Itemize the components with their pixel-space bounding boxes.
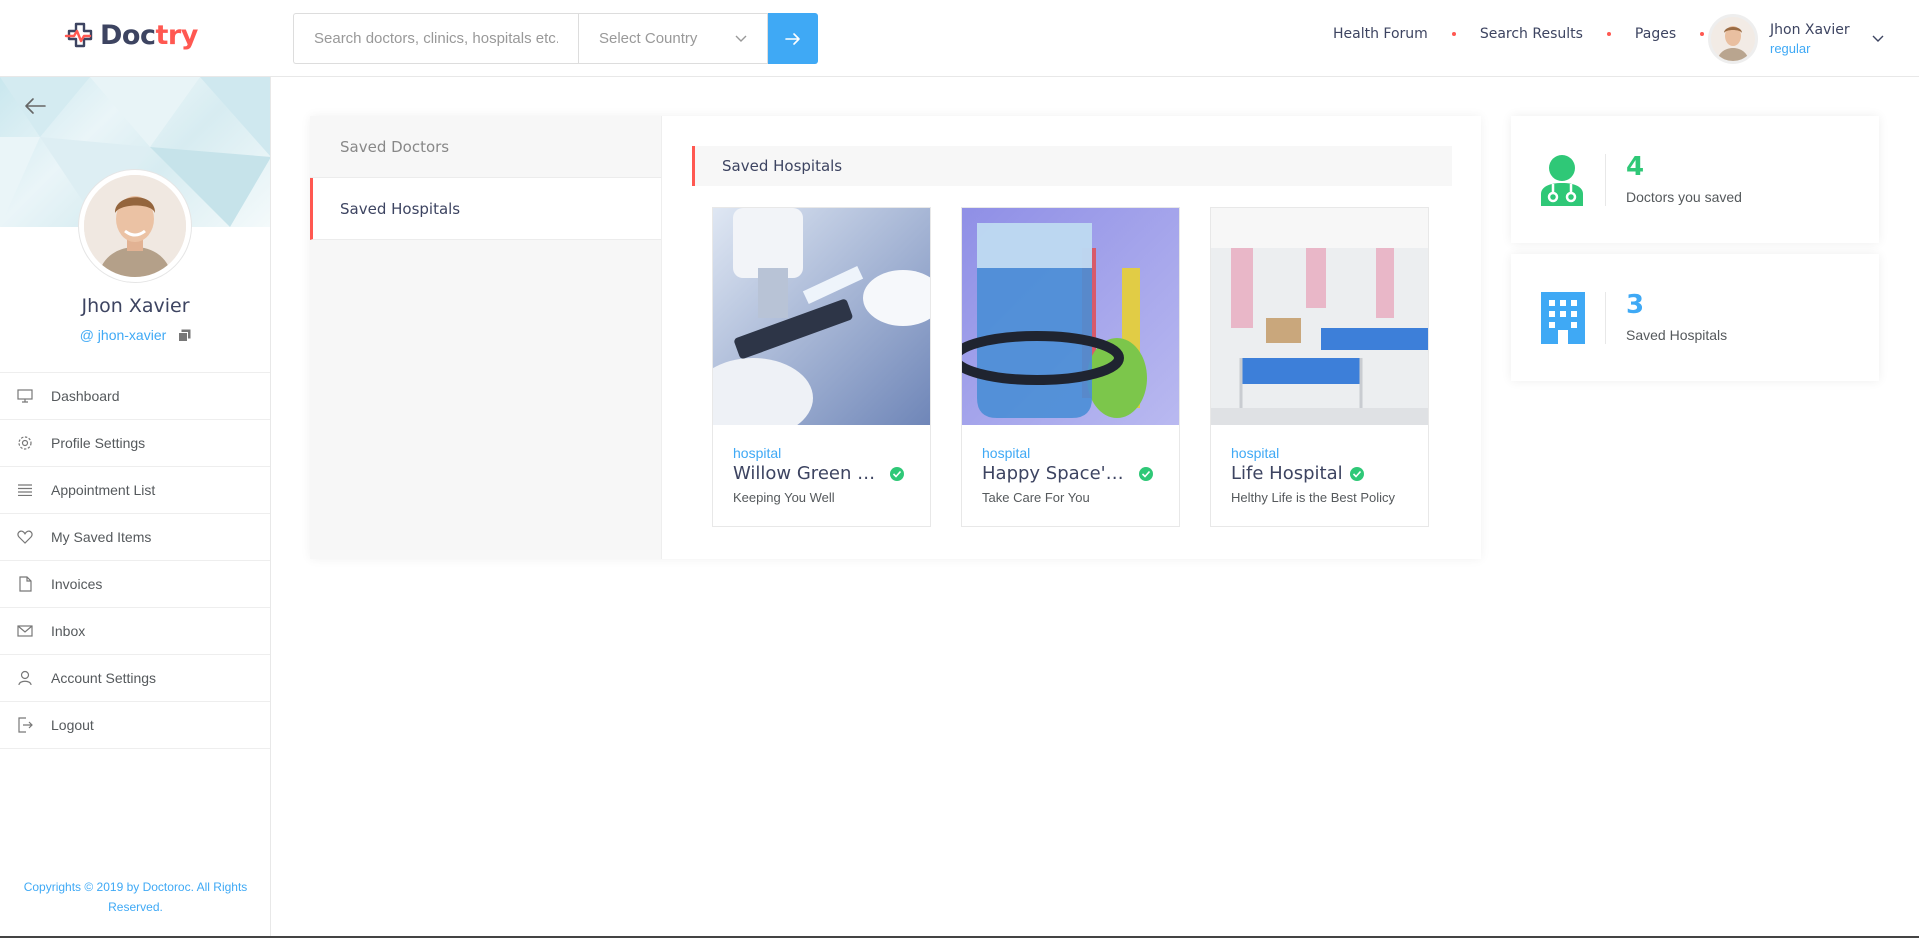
logo[interactable]: Doctry — [64, 20, 198, 51]
sidebar-item-dashboard[interactable]: Dashboard — [0, 373, 270, 420]
nav-search-results[interactable]: Search Results — [1480, 26, 1583, 42]
nav-health-forum[interactable]: Health Forum — [1333, 26, 1428, 42]
user-menu[interactable]: Jhon Xavier regular — [1708, 14, 1884, 64]
section-title: Saved Hospitals — [692, 146, 1452, 186]
saved-items-panel: Saved Doctors Saved Hospitals Saved Hosp… — [310, 116, 1481, 559]
sidebar-item-logout[interactable]: Logout — [0, 702, 270, 749]
sidebar-item-label: Profile Settings — [51, 435, 146, 451]
sidebar-item-label: Logout — [51, 717, 94, 733]
sidebar-item-label: Dashboard — [51, 388, 120, 404]
stat-value: 3 — [1626, 290, 1645, 320]
country-select[interactable]: Select Country — [578, 13, 768, 64]
hospital-tag: hospital — [1231, 445, 1280, 461]
profile-handle-row: @ jhon-xavier — [0, 327, 271, 343]
gear-icon — [16, 434, 34, 452]
saved-hospitals-content: Saved Hospitals hospital Willow Green H.… — [662, 116, 1481, 559]
hospital-tagline: Keeping You Well — [733, 490, 835, 505]
hospital-name: Happy Space's ... — [982, 463, 1132, 484]
search-bar: Select Country — [293, 13, 818, 64]
logo-text-try: try — [155, 20, 198, 51]
stat-card-hospitals: 3 Saved Hospitals — [1511, 254, 1879, 381]
hospital-name: Life Hospital — [1231, 463, 1343, 484]
logo-icon — [64, 21, 98, 51]
heart-icon — [16, 528, 34, 546]
tab-saved-doctors[interactable]: Saved Doctors — [310, 116, 661, 178]
tab-saved-hospitals[interactable]: Saved Hospitals — [310, 178, 661, 240]
building-icon — [1541, 292, 1585, 344]
top-header: Doctry Select Country Health Forum Searc… — [0, 0, 1919, 77]
list-icon — [16, 481, 34, 499]
chevron-down-icon — [1872, 35, 1884, 43]
hospital-image — [962, 208, 1179, 425]
hospital-name: Willow Green H... — [733, 463, 883, 484]
sidebar: Jhon Xavier @ jhon-xavier Dashboard Prof… — [0, 77, 271, 938]
envelope-icon — [16, 622, 34, 640]
hospital-tag: hospital — [982, 445, 1031, 461]
sidebar-item-label: Invoices — [51, 576, 103, 592]
stat-value: 4 — [1626, 152, 1645, 182]
sidebar-item-label: Appointment List — [51, 482, 156, 498]
hospital-image — [1211, 208, 1428, 425]
stat-divider — [1605, 292, 1606, 344]
doctor-icon — [1539, 154, 1585, 206]
hospital-cards: hospital Willow Green H... Keeping You W… — [712, 207, 1459, 527]
user-icon — [16, 669, 34, 687]
sidebar-item-label: Inbox — [51, 623, 86, 639]
logo-text-doc: Doc — [100, 20, 156, 51]
copy-icon[interactable] — [178, 329, 191, 342]
user-role: regular — [1770, 41, 1811, 56]
verified-check-icon — [1139, 466, 1153, 481]
profile-name: Jhon Xavier — [81, 295, 190, 317]
verified-check-icon — [890, 466, 904, 481]
sidebar-item-invoices[interactable]: Invoices — [0, 561, 270, 608]
sidebar-item-account-settings[interactable]: Account Settings — [0, 655, 270, 702]
search-button[interactable] — [768, 13, 818, 64]
nav-separator-dot — [1700, 32, 1705, 36]
chevron-down-icon — [735, 35, 747, 43]
stat-label: Saved Hospitals — [1626, 327, 1728, 343]
hospital-card[interactable]: hospital Life Hospital Helthy Life is th… — [1210, 207, 1429, 527]
sidebar-item-label: My Saved Items — [51, 529, 152, 545]
nav-pages[interactable]: Pages — [1635, 26, 1676, 42]
monitor-icon — [16, 387, 34, 405]
sidebar-item-inbox[interactable]: Inbox — [0, 608, 270, 655]
profile-handle[interactable]: @ jhon-xavier — [80, 327, 167, 343]
search-input[interactable] — [293, 13, 578, 64]
hospital-card[interactable]: hospital Willow Green H... Keeping You W… — [712, 207, 931, 527]
stat-divider — [1605, 154, 1606, 206]
profile-avatar — [79, 170, 191, 282]
sidebar-item-profile-settings[interactable]: Profile Settings — [0, 420, 270, 467]
nav-separator-dot — [1606, 32, 1611, 36]
hospital-tagline: Take Care For You — [982, 490, 1090, 505]
stat-card-doctors: 4 Doctors you saved — [1511, 116, 1879, 243]
hospital-tag: hospital — [733, 445, 782, 461]
user-name: Jhon Xavier — [1770, 22, 1850, 38]
sidebar-item-my-saved-items[interactable]: My Saved Items — [0, 514, 270, 561]
hospital-tagline: Helthy Life is the Best Policy — [1231, 490, 1396, 505]
saved-tabs: Saved Doctors Saved Hospitals — [310, 116, 662, 559]
country-select-value: Select Country — [599, 30, 698, 47]
stat-label: Doctors you saved — [1626, 189, 1742, 205]
hospital-image — [713, 208, 930, 425]
avatar — [1708, 14, 1758, 64]
back-arrow-icon[interactable] — [24, 97, 46, 115]
copyright: Copyrights © 2019 by Doctoroc. All Right… — [23, 880, 248, 914]
sidebar-item-label: Account Settings — [51, 670, 157, 686]
logout-icon — [16, 716, 34, 734]
sidebar-item-appointment-list[interactable]: Appointment List — [0, 467, 270, 514]
sidebar-menu: Dashboard Profile Settings Appointment L… — [0, 372, 270, 749]
nav-separator-dot — [1451, 32, 1456, 36]
file-icon — [16, 575, 34, 593]
hospital-card[interactable]: hospital Happy Space's ... Take Care For… — [961, 207, 1180, 527]
arrow-right-icon — [785, 32, 801, 46]
top-nav: Health Forum Search Results Pages — [1333, 26, 1728, 42]
verified-check-icon — [1349, 466, 1364, 481]
